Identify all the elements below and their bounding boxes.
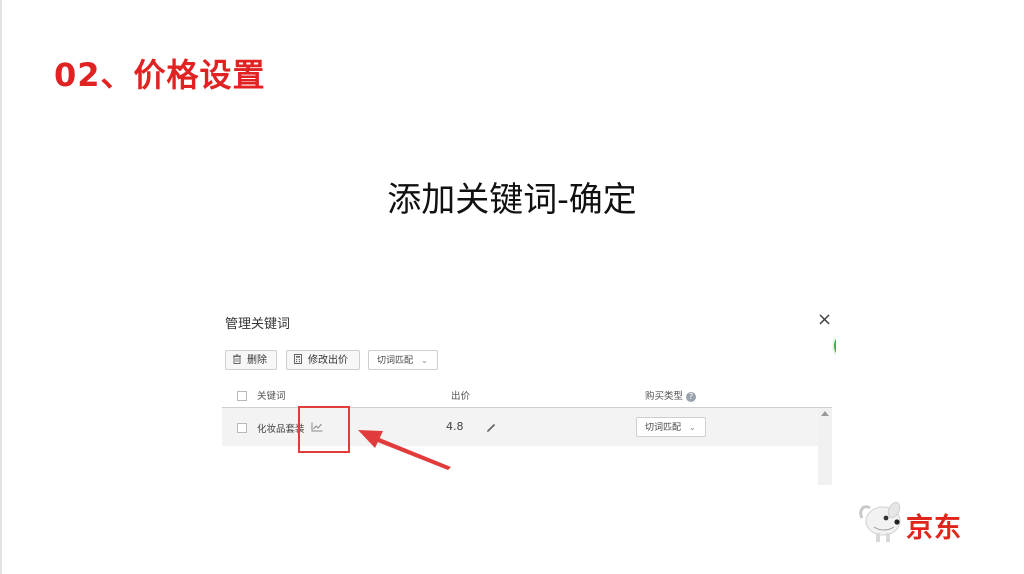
delete-button[interactable]: 删除 [225, 350, 277, 370]
match-type-select[interactable]: 切词匹配 ⌄ [368, 350, 438, 370]
match-type-select-value: 切词匹配 [377, 356, 414, 366]
row-match-type-select[interactable]: 切词匹配 ⌄ [636, 417, 706, 437]
trash-icon [233, 354, 241, 364]
column-header-bid: 出价 [451, 391, 471, 402]
row-match-type-value: 切词匹配 [645, 423, 682, 433]
manage-keywords-panel: 管理关键词 × 删除 修改出价 切词匹配 ⌄ 关键词 出价 购买类型 ? 化妆品… [222, 303, 836, 485]
close-icon[interactable]: × [817, 310, 832, 330]
modify-bid-button-label: 修改出价 [308, 355, 348, 366]
column-header-purchase-type: 购买类型? [645, 388, 697, 402]
slide-heading: 02、价格设置 [54, 56, 266, 94]
help-icon[interactable]: ? [686, 392, 697, 402]
panel-title: 管理关键词 [225, 317, 291, 332]
scroll-up-arrow-icon[interactable] [821, 411, 829, 416]
chevron-down-icon: ⌄ [421, 356, 428, 365]
annotation-arrow-icon [358, 430, 451, 470]
slide-left-rule [0, 0, 2, 574]
jd-dog-mascot-icon [859, 501, 901, 542]
row-checkbox[interactable] [237, 423, 247, 433]
pencil-icon[interactable] [486, 423, 496, 433]
slide-subtitle: 添加关键词-确定 [387, 180, 637, 220]
table-header-row: 关键词 出价 购买类型? [222, 383, 832, 408]
highlight-annotation-box [298, 406, 350, 453]
delete-button-label: 删除 [247, 355, 267, 366]
chevron-down-icon: ⌄ [689, 423, 696, 432]
green-circle-badge [832, 331, 836, 361]
select-all-checkbox[interactable] [237, 391, 247, 401]
jd-brand-logo: 京东 [856, 500, 976, 544]
column-header-keyword: 关键词 [257, 391, 286, 402]
modify-bid-button[interactable]: 修改出价 [286, 350, 360, 370]
purchase-type-label: 购买类型 [645, 391, 684, 402]
jd-logo-text: 京东 [906, 513, 962, 544]
vertical-scrollbar[interactable] [818, 408, 832, 485]
calculator-icon [294, 354, 302, 364]
